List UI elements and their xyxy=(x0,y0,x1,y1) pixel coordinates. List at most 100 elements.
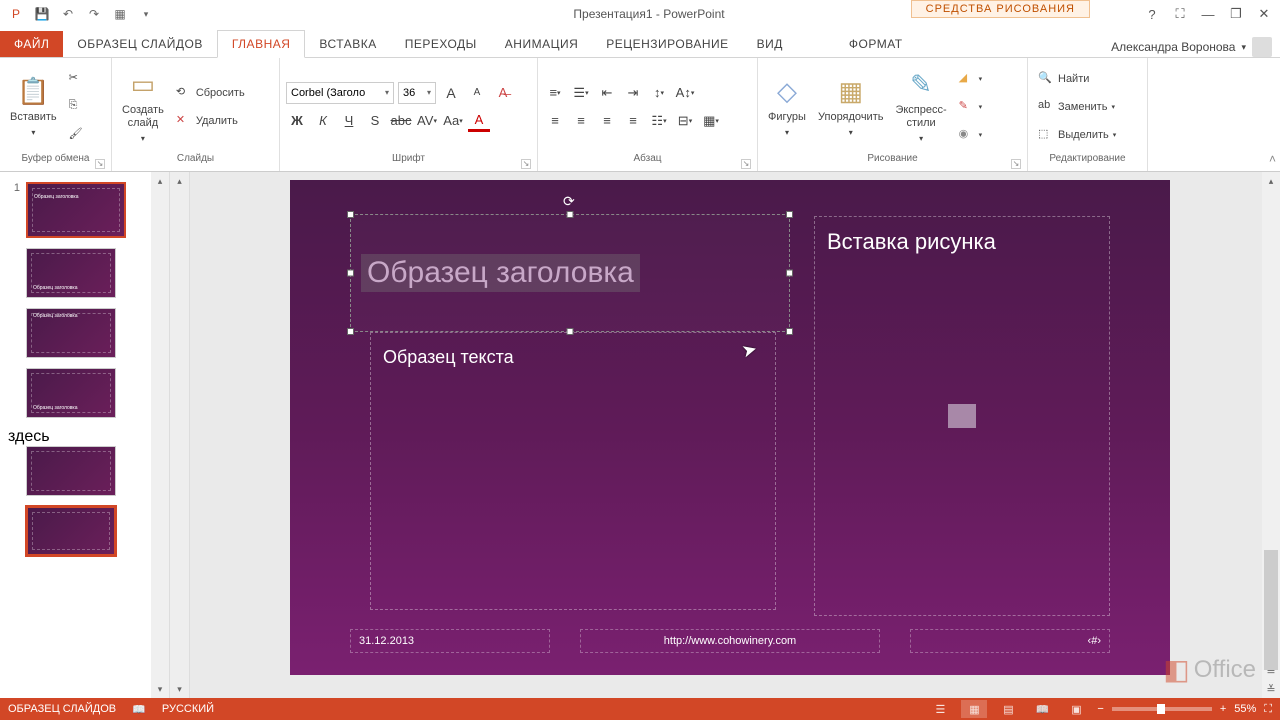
smartart-button[interactable]: ▦▾ xyxy=(700,110,722,132)
replace-button[interactable]: abЗаменить▾ xyxy=(1034,96,1120,118)
find-button[interactable]: 🔍Найти xyxy=(1034,68,1120,90)
tab-home[interactable]: ГЛАВНАЯ xyxy=(217,30,306,58)
master-thumbnail[interactable]: Образец заголовка xyxy=(26,182,126,238)
layout-thumbnail-1[interactable]: Образец заголовка xyxy=(26,248,116,298)
minimize-icon[interactable]: — xyxy=(1196,2,1220,26)
rotate-handle-icon[interactable]: ⟳ xyxy=(563,193,577,207)
scroll-down-icon[interactable]: ▾ xyxy=(151,680,169,698)
quick-styles-button[interactable]: ✎Экспресс- стили▾ xyxy=(891,62,950,152)
strike-button[interactable]: abc xyxy=(390,110,412,132)
columns-button[interactable]: ☷▾ xyxy=(648,110,670,132)
footer-placeholder[interactable]: http://www.cohowinery.com xyxy=(580,629,880,653)
canvas-scroll-up-icon[interactable]: ▴ xyxy=(1262,172,1280,190)
close-icon[interactable]: ✕ xyxy=(1252,2,1276,26)
from-beginning-icon[interactable]: ▦ xyxy=(108,2,132,26)
delete-button[interactable]: ✕Удалить xyxy=(172,110,249,132)
reset-button[interactable]: ⟲Сбросить xyxy=(172,82,249,104)
slide-canvas[interactable]: ⟳ Образец заголовка Образец текста Встав xyxy=(290,180,1170,675)
italic-button[interactable]: К xyxy=(312,110,334,132)
select-button[interactable]: ⬚Выделить▾ xyxy=(1034,124,1120,146)
align-left-button[interactable]: ≡ xyxy=(544,110,566,132)
user-name[interactable]: Александра Воронова xyxy=(1111,40,1235,54)
canvas-scrollbar[interactable]: ▴ ▾ ≙ ≚ xyxy=(1262,172,1280,698)
help-icon[interactable]: ? xyxy=(1140,2,1164,26)
font-name-combo[interactable]: Corbel (Заголо▾ xyxy=(286,82,394,104)
zoom-level[interactable]: 55% xyxy=(1234,703,1256,715)
numbering-button[interactable]: ☰▾ xyxy=(570,82,592,104)
tab-animation[interactable]: АНИМАЦИЯ xyxy=(491,31,592,57)
zoom-out-button[interactable]: − xyxy=(1097,703,1103,715)
tab-transitions[interactable]: ПЕРЕХОДЫ xyxy=(391,31,491,57)
shadow-button[interactable]: S xyxy=(364,110,386,132)
title-placeholder-text[interactable]: Образец заголовка xyxy=(361,254,640,292)
text-direction-button[interactable]: A↕▾ xyxy=(674,82,696,104)
save-icon[interactable]: 💾 xyxy=(30,2,54,26)
tab-review[interactable]: РЕЦЕНЗИРОВАНИЕ xyxy=(592,31,742,57)
normal-view-button[interactable]: ▦ xyxy=(961,700,987,718)
change-case-button[interactable]: Aa▾ xyxy=(442,110,464,132)
avatar[interactable] xyxy=(1252,37,1272,57)
bullets-button[interactable]: ≡▾ xyxy=(544,82,566,104)
scroll-up-icon[interactable]: ▴ xyxy=(151,172,169,190)
thumbnail-scrollbar[interactable]: ▴ ▾ xyxy=(151,172,169,698)
copy-button[interactable]: ⎘ xyxy=(65,96,89,118)
thumbnail-pane[interactable]: 1 Образец заголовка Образец заголовка Об… xyxy=(0,172,170,698)
splitter[interactable]: ▴ ▾ xyxy=(170,172,190,698)
shrink-font-button[interactable]: A xyxy=(466,82,488,104)
picture-icon[interactable] xyxy=(948,404,976,428)
paste-button[interactable]: 📋 Вставить ▾ xyxy=(6,62,61,152)
layout-thumbnail-2[interactable]: Образец заголовка xyxy=(26,308,116,358)
underline-button[interactable]: Ч xyxy=(338,110,360,132)
grow-font-button[interactable]: A xyxy=(440,82,462,104)
clipboard-launcher-icon[interactable]: ↘ xyxy=(95,159,105,169)
status-language[interactable]: РУССКИЙ xyxy=(162,703,214,715)
user-menu-caret-icon[interactable]: ▾ xyxy=(1241,42,1246,53)
align-text-button[interactable]: ⊟▾ xyxy=(674,110,696,132)
zoom-slider[interactable] xyxy=(1112,707,1212,711)
sorter-view-button[interactable]: ▤ xyxy=(995,700,1021,718)
decrease-indent-button[interactable]: ⇤ xyxy=(596,82,618,104)
spell-icon[interactable]: 📖 xyxy=(132,703,146,716)
shape-fill-button[interactable]: ◢▾ xyxy=(955,68,987,90)
justify-button[interactable]: ≡ xyxy=(622,110,644,132)
new-slide-button[interactable]: ▭ Создать слайд ▾ xyxy=(118,62,168,152)
slidenum-placeholder[interactable]: ‹#› xyxy=(910,629,1110,653)
shape-effects-button[interactable]: ◉▾ xyxy=(955,124,987,146)
body-placeholder[interactable]: Образец текста xyxy=(370,332,776,610)
next-slide-icon[interactable]: ≚ xyxy=(1262,680,1280,698)
qat-customize-icon[interactable]: ▾ xyxy=(134,2,158,26)
font-color-button[interactable]: A xyxy=(468,110,490,132)
layout-thumbnail-5[interactable] xyxy=(26,506,116,556)
picture-placeholder[interactable]: Вставка рисунка xyxy=(814,216,1110,616)
bold-button[interactable]: Ж xyxy=(286,110,308,132)
layout-thumbnail-4[interactable] xyxy=(26,446,116,496)
tab-format[interactable]: ФОРМАТ xyxy=(835,31,917,57)
layout-thumbnail-3[interactable]: Образец заголовка xyxy=(26,368,116,418)
date-placeholder[interactable]: 31.12.2013 xyxy=(350,629,550,653)
clear-format-button[interactable]: A̶ xyxy=(492,82,514,104)
arrange-button[interactable]: ▦Упорядочить▾ xyxy=(814,62,887,152)
ribbon-options-icon[interactable]: ⛶ xyxy=(1168,2,1192,26)
line-spacing-button[interactable]: ↕▾ xyxy=(648,82,670,104)
font-launcher-icon[interactable]: ↘ xyxy=(521,159,531,169)
align-right-button[interactable]: ≡ xyxy=(596,110,618,132)
font-size-combo[interactable]: 36▾ xyxy=(398,82,436,104)
cut-button[interactable]: ✂ xyxy=(65,68,89,90)
reading-view-button[interactable]: 📖 xyxy=(1029,700,1055,718)
notes-button[interactable]: ☰ xyxy=(927,700,953,718)
undo-icon[interactable]: ↶ xyxy=(56,2,80,26)
align-center-button[interactable]: ≡ xyxy=(570,110,592,132)
slideshow-button[interactable]: ▣ xyxy=(1063,700,1089,718)
tab-insert[interactable]: ВСТАВКА xyxy=(305,31,390,57)
tab-slide-master[interactable]: ОБРАЗЕЦ СЛАЙДОВ xyxy=(63,31,216,57)
drawing-launcher-icon[interactable]: ↘ xyxy=(1011,159,1021,169)
paragraph-launcher-icon[interactable]: ↘ xyxy=(741,159,751,169)
char-spacing-button[interactable]: AV▾ xyxy=(416,110,438,132)
collapse-ribbon-icon[interactable]: ˄ xyxy=(1269,152,1276,166)
tab-file[interactable]: ФАЙЛ xyxy=(0,31,63,57)
title-placeholder-frame[interactable]: ⟳ Образец заголовка xyxy=(350,214,790,332)
shape-outline-button[interactable]: ✎▾ xyxy=(955,96,987,118)
restore-icon[interactable]: ❐ xyxy=(1224,2,1248,26)
tab-view[interactable]: ВИД xyxy=(743,31,797,57)
zoom-in-button[interactable]: + xyxy=(1220,703,1226,715)
